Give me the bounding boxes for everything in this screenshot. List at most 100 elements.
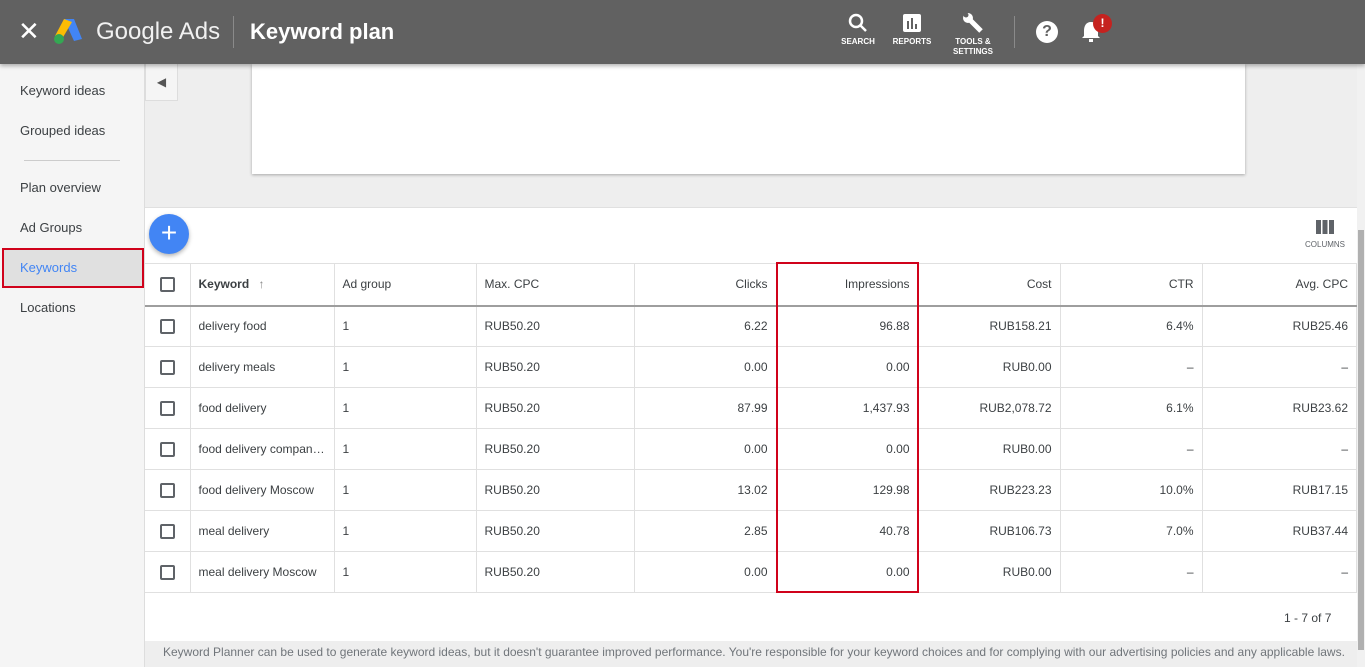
divider <box>233 16 234 48</box>
scrollbar-thumb[interactable] <box>1358 230 1364 650</box>
cell-impressions: 1,437.93 <box>776 387 919 429</box>
help-icon[interactable]: ? <box>1036 21 1058 43</box>
cell-avg-cpc: – <box>1202 346 1357 388</box>
row-checkbox[interactable] <box>159 441 175 457</box>
row-checkbox-cell <box>145 387 191 429</box>
row-checkbox[interactable] <box>159 482 175 498</box>
cell-clicks: 6.22 <box>634 305 777 347</box>
cell-keyword[interactable]: meal delivery Moscow <box>190 551 335 593</box>
top-app-bar: ✕ Google Ads Keyword plan SEARCH REPORTS… <box>0 0 1365 64</box>
column-header-ad-group[interactable]: Ad group <box>334 263 477 307</box>
cell-cost: RUB106.73 <box>918 510 1061 552</box>
reports-icon <box>903 14 921 32</box>
sidebar-item-plan-overview[interactable]: Plan overview <box>0 168 145 208</box>
row-checkbox-cell <box>145 428 191 470</box>
cell-ad-group: 1 <box>334 387 477 429</box>
cell-max-cpc: RUB50.20 <box>476 428 635 470</box>
tools-settings-button[interactable]: TOOLS & SETTINGS <box>950 12 996 57</box>
cell-ctr: 6.1% <box>1060 387 1203 429</box>
settings-label: SETTINGS <box>952 47 993 56</box>
divider <box>1014 16 1015 48</box>
sidebar-item-ad-groups[interactable]: Ad Groups <box>0 208 145 248</box>
cell-impressions: 96.88 <box>776 305 919 347</box>
search-icon <box>848 13 867 32</box>
row-checkbox[interactable] <box>159 564 175 580</box>
column-header-avg-cpc[interactable]: Avg. CPC <box>1202 263 1357 307</box>
close-icon[interactable]: ✕ <box>18 16 40 46</box>
row-checkbox-cell <box>145 346 191 388</box>
table-header-row: Keyword ↑ Ad group Max. CPC Clicks Impre… <box>145 263 1357 307</box>
cell-ad-group: 1 <box>334 551 477 593</box>
cell-keyword[interactable]: food delivery Moscow <box>190 469 335 511</box>
table-row: food delivery 1 RUB50.20 87.99 1,437.93 RUB2,… <box>145 387 1357 429</box>
chart-card <box>252 64 1245 174</box>
cell-ctr: 6.4% <box>1060 305 1203 347</box>
column-header-ctr[interactable]: CTR <box>1060 263 1203 307</box>
cell-clicks: 13.02 <box>634 469 777 511</box>
row-checkbox[interactable] <box>159 400 175 416</box>
column-header-max-cpc[interactable]: Max. CPC <box>476 263 635 307</box>
cell-impressions: 40.78 <box>776 510 919 552</box>
cell-keyword[interactable]: meal delivery <box>190 510 335 552</box>
notification-badge: ! <box>1093 14 1112 33</box>
table-row: food delivery Moscow 1 RUB50.20 13.02 129.98… <box>145 469 1357 511</box>
sidebar-item-grouped-ideas[interactable]: Grouped ideas <box>0 111 145 151</box>
cell-cost: RUB0.00 <box>918 428 1061 470</box>
cell-ctr: 10.0% <box>1060 469 1203 511</box>
disclaimer: Keyword Planner can be used to generate … <box>163 645 1345 659</box>
row-checkbox[interactable] <box>159 359 175 375</box>
columns-button[interactable]: COLUMNS <box>1305 220 1345 249</box>
column-header-keyword[interactable]: Keyword ↑ <box>190 263 335 307</box>
cell-keyword[interactable]: food delivery compan… <box>190 428 335 470</box>
cell-avg-cpc: – <box>1202 428 1357 470</box>
row-checkbox[interactable] <box>159 523 175 539</box>
row-checkbox-cell <box>145 510 191 552</box>
cell-impressions: 129.98 <box>776 469 919 511</box>
cell-max-cpc: RUB50.20 <box>476 305 635 347</box>
cell-ctr: 7.0% <box>1060 510 1203 552</box>
sort-arrow-up-icon: ↑ <box>258 277 265 292</box>
cell-cost: RUB0.00 <box>918 551 1061 593</box>
columns-label: COLUMNS <box>1305 240 1346 249</box>
reports-button[interactable]: REPORTS <box>892 12 932 47</box>
column-header-cost[interactable]: Cost <box>918 263 1061 307</box>
select-all-cell <box>145 263 191 307</box>
cell-avg-cpc: RUB23.62 <box>1202 387 1357 429</box>
row-checkbox-cell <box>145 469 191 511</box>
keywords-table: Keyword ↑ Ad group Max. CPC Clicks Impre… <box>145 263 1357 593</box>
tools-label: TOOLS & <box>955 37 991 46</box>
collapse-sidebar-button[interactable]: ◀ <box>145 64 178 101</box>
column-header-impressions[interactable]: Impressions <box>776 263 919 307</box>
row-checkbox-cell <box>145 305 191 347</box>
cell-cost: RUB2,078.72 <box>918 387 1061 429</box>
cell-clicks: 2.85 <box>634 510 777 552</box>
cell-cost: RUB0.00 <box>918 346 1061 388</box>
cell-avg-cpc: RUB37.44 <box>1202 510 1357 552</box>
plus-icon: + <box>160 217 178 248</box>
column-header-clicks[interactable]: Clicks <box>634 263 777 307</box>
search-button[interactable]: SEARCH <box>841 12 875 47</box>
add-keyword-button[interactable]: + <box>149 214 189 254</box>
cell-keyword[interactable]: food delivery <box>190 387 335 429</box>
row-checkbox[interactable] <box>159 318 175 334</box>
pagination-label: 1 - 7 of 7 <box>1284 611 1332 625</box>
sidebar: Keyword ideas Grouped ideas Plan overvie… <box>0 64 145 667</box>
cell-keyword[interactable]: delivery food <box>190 305 335 347</box>
cell-max-cpc: RUB50.20 <box>476 469 635 511</box>
cell-avg-cpc: RUB25.46 <box>1202 305 1357 347</box>
cell-clicks: 87.99 <box>634 387 777 429</box>
page-title: Keyword plan <box>250 19 395 44</box>
cell-max-cpc: RUB50.20 <box>476 510 635 552</box>
select-all-checkbox[interactable] <box>159 276 175 292</box>
cell-ad-group: 1 <box>334 346 477 388</box>
cell-ctr: – <box>1060 428 1203 470</box>
reports-label: REPORTS <box>892 37 932 46</box>
table-row: food delivery compan… 1 RUB50.20 0.00 0.00 RU… <box>145 428 1357 470</box>
sidebar-item-keyword-ideas[interactable]: Keyword ideas <box>0 71 145 111</box>
sidebar-item-locations[interactable]: Locations <box>0 288 145 328</box>
app-name: Google Ads <box>96 18 221 45</box>
cell-ad-group: 1 <box>334 469 477 511</box>
sidebar-item-keywords[interactable]: Keywords <box>2 248 144 288</box>
cell-max-cpc: RUB50.20 <box>476 346 635 388</box>
cell-keyword[interactable]: delivery meals <box>190 346 335 388</box>
